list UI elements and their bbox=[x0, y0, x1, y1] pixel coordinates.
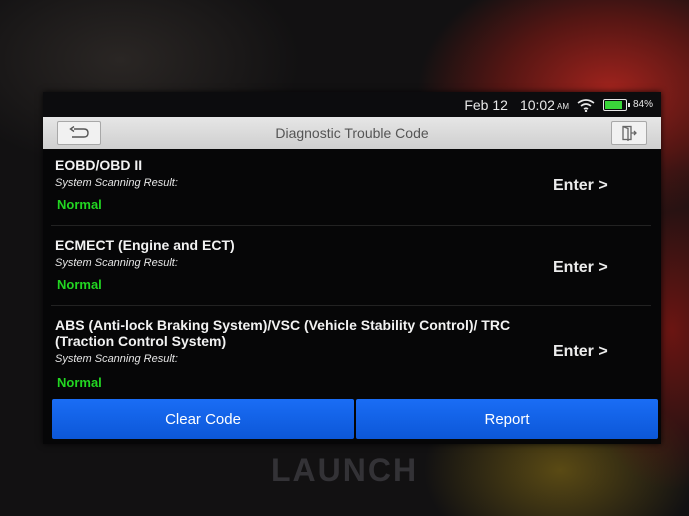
status-ampm: AM bbox=[556, 102, 569, 111]
status-normal: Normal bbox=[57, 197, 102, 212]
enter-button[interactable]: Enter > bbox=[553, 259, 608, 277]
battery-percent: 84% bbox=[632, 99, 653, 110]
system-list: EOBD/OBD II System Scanning Result: Norm… bbox=[43, 149, 661, 399]
divider bbox=[51, 305, 651, 306]
title-bar: Diagnostic Trouble Code bbox=[43, 117, 661, 149]
report-button[interactable]: Report bbox=[356, 399, 658, 439]
battery-fill bbox=[604, 100, 622, 109]
system-row[interactable]: ABS (Anti-lock Braking System)/VSC (Vehi… bbox=[43, 317, 661, 397]
back-button[interactable] bbox=[57, 121, 101, 145]
exit-icon bbox=[622, 125, 637, 141]
battery-icon bbox=[602, 98, 630, 111]
system-row[interactable]: EOBD/OBD II System Scanning Result: Norm… bbox=[43, 157, 661, 219]
system-row[interactable]: ECMECT (Engine and ECT) System Scanning … bbox=[43, 237, 661, 299]
enter-button[interactable]: Enter > bbox=[553, 177, 608, 195]
result-label: System Scanning Result: bbox=[55, 177, 178, 189]
system-name: ABS (Anti-lock Braking System)/VSC (Vehi… bbox=[55, 317, 511, 349]
status-date: Feb 12 bbox=[464, 96, 508, 113]
device-frame: Feb 12 10:02 AM 84% Diagnostic Trouble C… bbox=[0, 0, 689, 516]
wifi-icon bbox=[577, 98, 595, 112]
back-arrow-icon bbox=[69, 126, 89, 138]
exit-button[interactable] bbox=[611, 121, 647, 145]
clear-code-button[interactable]: Clear Code bbox=[52, 399, 354, 439]
system-name: EOBD/OBD II bbox=[55, 157, 143, 173]
result-label: System Scanning Result: bbox=[55, 257, 178, 269]
enter-button[interactable]: Enter > bbox=[553, 343, 608, 361]
status-normal: Normal bbox=[57, 375, 102, 390]
bottom-bar: Clear Code Report bbox=[52, 399, 658, 439]
divider bbox=[51, 225, 651, 226]
page-title: Diagnostic Trouble Code bbox=[275, 125, 429, 141]
screen: Feb 12 10:02 AM 84% Diagnostic Trouble C… bbox=[43, 92, 661, 444]
result-label: System Scanning Result: bbox=[55, 353, 178, 365]
status-time: 10:02 bbox=[519, 96, 555, 113]
status-normal: Normal bbox=[57, 277, 102, 292]
status-bar: Feb 12 10:02 AM 84% bbox=[43, 92, 661, 117]
system-name: ECMECT (Engine and ECT) bbox=[55, 237, 235, 253]
launch-logo: LAUNCH bbox=[270, 452, 419, 488]
